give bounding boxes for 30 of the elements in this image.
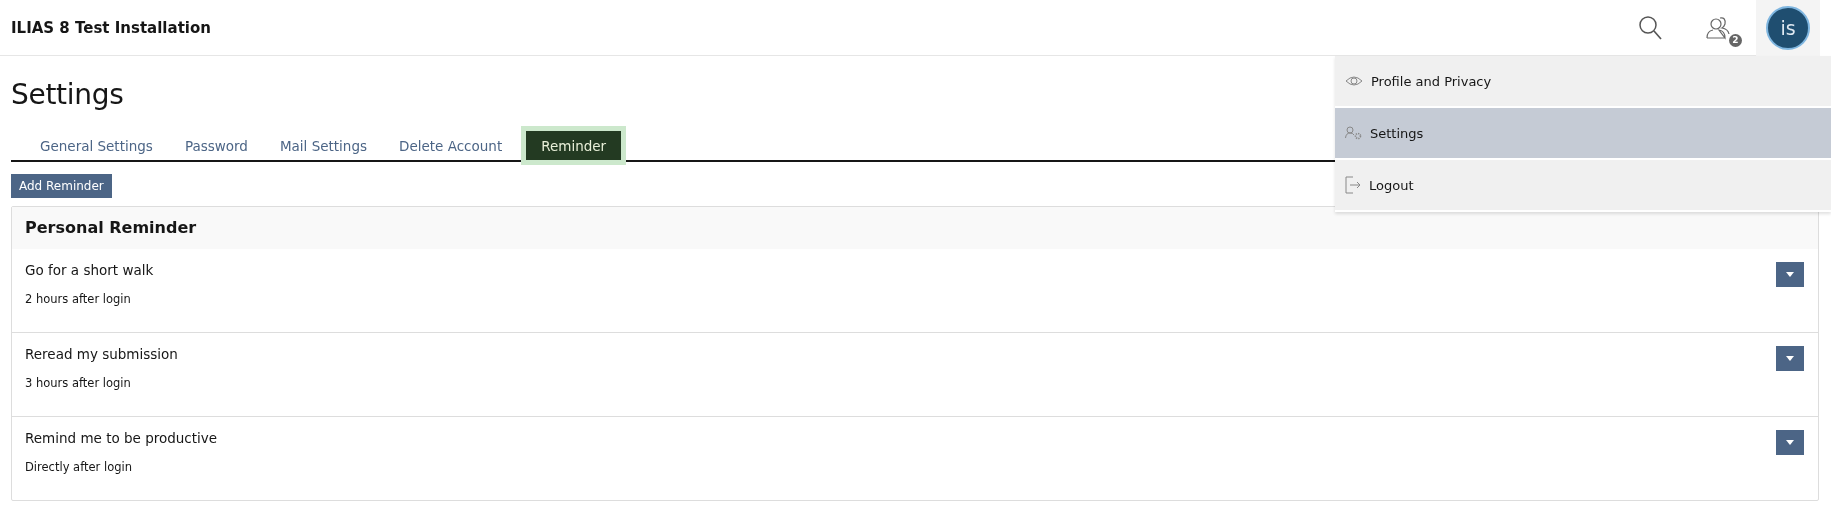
reminder-timing: 2 hours after login [25,292,132,306]
caret-icon [1786,272,1794,277]
panel-title: Personal Reminder [25,218,197,237]
actions-dropdown-button[interactable] [1776,430,1804,455]
reminder-timing: Directly after login [25,460,133,474]
users-icon[interactable] [1706,14,1732,41]
user-avatar[interactable]: is [1766,5,1810,50]
caret-icon [1786,440,1794,445]
reminder-timing: 3 hours after login [25,376,132,390]
reminder-title: Reread my submission [25,346,178,362]
tab[interactable]: Password [170,131,262,160]
reminder-title: Go for a short walk [25,262,154,278]
menu-item[interactable]: Logout [1335,160,1831,210]
add-reminder-button[interactable]: Add Reminder [11,174,112,198]
eye-icon [1345,75,1363,87]
reminder-title: Remind me to be productive [25,430,218,446]
menu-item[interactable]: Profile and Privacy [1335,56,1831,106]
tab[interactable]: Delete Account [385,131,517,160]
menu-item[interactable]: Settings [1335,108,1831,158]
notification-count: 2 [1729,33,1742,47]
actions-dropdown-button[interactable] [1776,262,1804,287]
user-gear-icon [1345,126,1362,140]
search-icon[interactable] [1638,14,1662,41]
site-title: ILIAS 8 Test Installation [11,18,211,37]
logout-icon [1345,176,1361,194]
actions-dropdown-button[interactable] [1776,346,1804,371]
page-title: Settings [11,78,124,111]
tab[interactable]: Mail Settings [265,131,382,160]
tab[interactable]: General Settings [26,131,167,160]
caret-icon [1786,356,1794,361]
